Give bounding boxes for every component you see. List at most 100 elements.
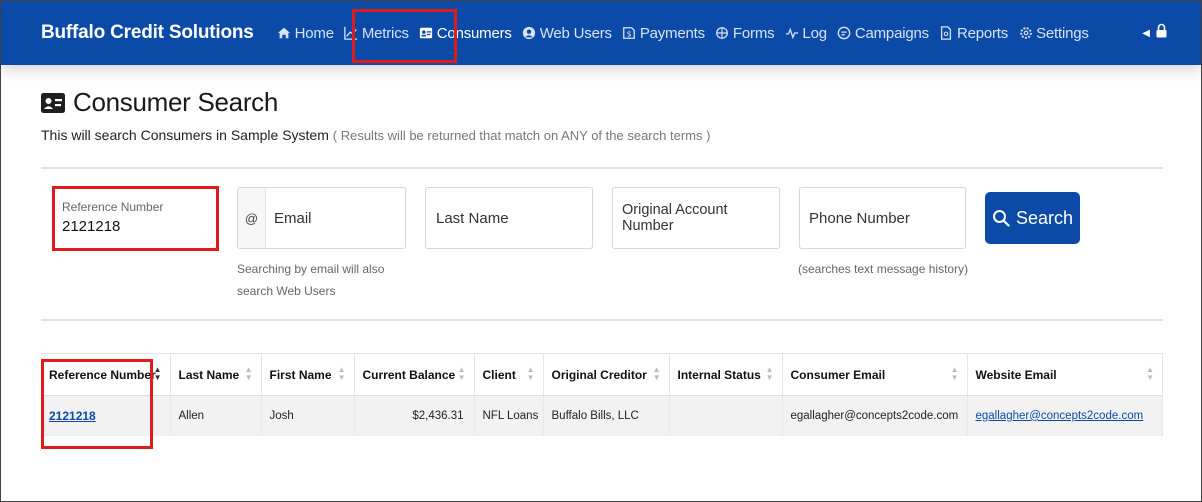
web-users-icon <box>522 26 537 41</box>
column-header-first-name[interactable]: First Name ▲ ▼ <box>261 353 355 396</box>
search-icon <box>992 210 1010 227</box>
header-label: Consumer Email <box>790 367 886 382</box>
campaigns-icon <box>837 26 852 41</box>
column-header-consumer-email[interactable]: Consumer Email ▲ ▼ <box>782 353 968 396</box>
sort-icon: ▲ ▼ <box>337 365 346 382</box>
sort-icon: ▲ ▼ <box>652 365 661 382</box>
header-label: First Name <box>269 367 332 382</box>
column-header-last-name[interactable]: Last Name ▲ ▼ <box>170 353 262 396</box>
header-label: Client <box>482 367 516 382</box>
column-header-original-creditor[interactable]: Original Creditor ▲ ▼ <box>543 353 670 396</box>
nav-label-settings: Settings <box>1036 24 1089 42</box>
page-title-text: Consumer Search <box>73 87 279 117</box>
nav-label-web-users: Web Users <box>539 24 612 42</box>
search-button[interactable]: Search <box>985 192 1080 244</box>
cell-original-creditor: Buffalo Bills, LLC <box>543 395 670 436</box>
email-field[interactable]: @ Email <box>237 187 406 249</box>
original-account-placeholder: Original Account Number <box>622 202 728 234</box>
sort-icon: ▲ ▼ <box>765 365 774 382</box>
original-account-number-field[interactable]: Original Account Number <box>612 187 780 249</box>
forms-icon <box>715 26 730 41</box>
column-header-website-email[interactable]: Website Email ▲ ▼ <box>967 353 1163 396</box>
nav-label-log: Log <box>802 24 827 42</box>
page-title: Consumer Search <box>41 87 278 118</box>
sort-icon: ▲ ▼ <box>526 365 535 382</box>
reference-number-link[interactable]: 2121218 <box>49 409 96 423</box>
search-button-label: Search <box>1015 207 1074 228</box>
nav-item-metrics[interactable]: Metrics <box>339 1 414 65</box>
column-header-current-balance[interactable]: Current Balance ▲ ▼ <box>354 353 475 396</box>
header-label: Last Name <box>178 367 240 382</box>
phone-help-text: (searches text message history) <box>798 262 969 276</box>
log-icon <box>784 26 799 41</box>
table-row[interactable]: 2121218 Allen Josh $2,436.31 NFL Loans B… <box>41 395 1163 436</box>
phone-placeholder: Phone Number <box>809 209 910 227</box>
nav-item-web-users[interactable]: Web Users <box>517 1 617 65</box>
reference-number-value[interactable]: 2121218 <box>62 218 216 235</box>
column-header-client[interactable]: Client ▲ ▼ <box>474 353 544 396</box>
cell-current-balance: $2,436.31 <box>354 395 475 436</box>
reports-icon <box>939 26 954 41</box>
nav-item-payments[interactable]: $ Payments <box>617 1 710 65</box>
nav-label-metrics: Metrics <box>361 24 409 42</box>
column-header-internal-status[interactable]: Internal Status ▲ ▼ <box>669 353 783 396</box>
cell-website-email: egallagher@concepts2code.com <box>967 395 1163 436</box>
nav-item-log[interactable]: Log <box>779 1 831 65</box>
payments-icon: $ <box>622 26 637 41</box>
svg-text:$: $ <box>627 30 632 39</box>
header-label: Current Balance <box>362 367 456 382</box>
cell-consumer-email: egallagher@concepts2code.com <box>782 395 968 436</box>
nav-item-forms[interactable]: Forms <box>710 1 780 65</box>
nav-menu: Home Metrics Consumers Web Users $ Payme… <box>272 1 1094 65</box>
column-header-reference-number[interactable]: Reference Number ▲ ▼ <box>41 353 171 396</box>
nav-item-reports[interactable]: Reports <box>934 1 1013 65</box>
cell-internal-status <box>669 395 783 436</box>
subtitle-text: This will search Consumers in Sample Sys… <box>41 127 329 143</box>
sort-icon: ▲ ▼ <box>244 365 253 382</box>
header-label: Reference Number <box>49 367 156 382</box>
phone-number-field[interactable]: Phone Number <box>799 187 966 249</box>
home-icon <box>277 26 292 41</box>
table-header-row: Reference Number ▲ ▼ Last Name ▲ ▼ First Nam… <box>41 353 1163 396</box>
consumers-icon <box>419 26 434 41</box>
chevron-left-icon[interactable]: ◀ <box>1142 28 1150 39</box>
page-subtitle: This will search Consumers in Sample Sys… <box>41 127 710 143</box>
header-label: Original Creditor <box>551 367 647 382</box>
sort-ascending-icon: ▲ ▼ <box>153 365 162 382</box>
email-placeholder: Email <box>274 209 312 227</box>
gear-icon <box>1018 26 1033 41</box>
header-label: Website Email <box>975 367 1057 382</box>
nav-label-consumers: Consumers <box>436 24 512 42</box>
email-help-text: Searching by email will also search Web … <box>237 258 384 302</box>
sort-icon: ▲ ▼ <box>950 365 959 382</box>
nav-item-consumers[interactable]: Consumers <box>414 1 517 65</box>
nav-right-controls: ◀ <box>1142 23 1167 43</box>
email-help-line-2: search Web Users <box>237 284 336 298</box>
subtitle-note: ( Results will be returned that match on… <box>332 128 711 143</box>
nav-label-campaigns: Campaigns <box>854 24 929 42</box>
header-divider <box>41 167 1163 169</box>
cell-last-name: Allen <box>170 395 262 436</box>
nav-label-home: Home <box>294 24 334 42</box>
results-table: Reference Number ▲ ▼ Last Name ▲ ▼ First Nam… <box>41 353 1163 436</box>
sort-icon: ▲ ▼ <box>1146 365 1154 382</box>
metrics-icon <box>344 26 359 41</box>
header-label: Internal Status <box>677 367 761 382</box>
nav-item-settings[interactable]: Settings <box>1013 1 1094 65</box>
last-name-field[interactable]: Last Name <box>425 187 593 249</box>
cell-reference-number: 2121218 <box>41 395 171 436</box>
reference-number-field[interactable]: Reference Number 2121218 <box>53 187 217 249</box>
cell-client: NFL Loans <box>474 395 544 436</box>
top-navbar: Buffalo Credit Solutions Home Metrics Co… <box>1 1 1201 65</box>
brand-name[interactable]: Buffalo Credit Solutions <box>41 22 254 44</box>
website-email-link[interactable]: egallagher@concepts2code.com <box>976 410 1144 422</box>
nav-label-payments: Payments <box>639 24 705 42</box>
nav-label-reports: Reports <box>956 24 1009 42</box>
lock-icon[interactable] <box>1156 23 1167 43</box>
nav-item-home[interactable]: Home <box>272 1 339 65</box>
at-sign-icon: @ <box>238 188 266 248</box>
email-help-line-1: Searching by email will also <box>237 262 385 276</box>
cell-first-name: Josh <box>261 395 355 436</box>
reference-number-label: Reference Number <box>62 200 164 214</box>
nav-item-campaigns[interactable]: Campaigns <box>832 1 934 65</box>
